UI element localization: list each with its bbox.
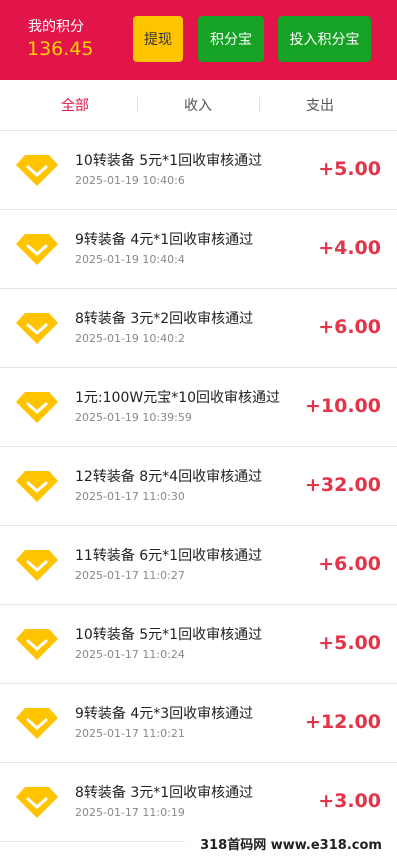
diamond-icon bbox=[16, 471, 58, 502]
record-title: 12转装备 8元*4回收审核通过 bbox=[75, 469, 263, 485]
record-title: 10转装备 5元*1回收审核通过 bbox=[75, 153, 263, 169]
record-title: 8转装备 3元*1回收审核通过 bbox=[75, 785, 254, 801]
list-item[interactable]: 9转装备 4元*1回收审核通过 2025-01-19 10:40:4 +4.00 bbox=[0, 210, 397, 289]
tab-all[interactable]: 全部 bbox=[15, 80, 135, 130]
diamond-icon bbox=[16, 313, 58, 344]
list-item[interactable]: 10转装备 5元*1回收审核通过 2025-01-19 10:40:6 +5.00 bbox=[0, 131, 397, 210]
record-timestamp: 2025-01-17 11:0:27 bbox=[75, 569, 185, 582]
record-title: 9转装备 4元*1回收审核通过 bbox=[75, 232, 254, 248]
list-item[interactable]: 1元:100W元宝*10回收审核通过 2025-01-19 10:39:59 +10… bbox=[0, 368, 397, 447]
record-timestamp: 2025-01-19 10:40:4 bbox=[75, 253, 185, 266]
record-timestamp: 2025-01-17 11:0:21 bbox=[75, 727, 185, 740]
list-item[interactable]: 11转装备 6元*1回收审核通过 2025-01-17 11:0:27 +6.00 bbox=[0, 526, 397, 605]
list-item[interactable]: 9转装备 4元*3回收审核通过 2025-01-17 11:0:21 +12.00 bbox=[0, 684, 397, 763]
invest-points-bank-button[interactable]: 投入积分宝 bbox=[278, 16, 371, 62]
diamond-icon bbox=[16, 787, 58, 818]
tab-expense[interactable]: 支出 bbox=[260, 80, 380, 130]
list-item[interactable]: 12转装备 8元*4回收审核通过 2025-01-17 11:0:30 +32.00 bbox=[0, 447, 397, 526]
site-watermark: 318首码网 www.e318.com bbox=[185, 826, 397, 860]
record-amount: +12.00 bbox=[304, 711, 381, 733]
record-title: 1元:100W元宝*10回收审核通过 bbox=[75, 390, 281, 406]
record-amount: +4.00 bbox=[318, 237, 381, 259]
tab-income[interactable]: 收入 bbox=[138, 80, 258, 130]
record-title: 10转装备 5元*1回收审核通过 bbox=[75, 627, 263, 643]
record-amount: +10.00 bbox=[304, 395, 381, 417]
diamond-icon bbox=[16, 708, 58, 739]
record-amount: +5.00 bbox=[318, 632, 381, 654]
diamond-icon bbox=[16, 629, 58, 660]
points-record-list: 10转装备 5元*1回收审核通过 2025-01-19 10:40:6 +5.00 9… bbox=[0, 131, 397, 842]
diamond-icon bbox=[16, 392, 58, 423]
points-label: 我的积分 bbox=[28, 19, 84, 35]
list-item[interactable]: 8转装备 3元*2回收审核通过 2025-01-19 10:40:2 +6.00 bbox=[0, 289, 397, 368]
diamond-icon bbox=[16, 550, 58, 581]
header-bar: 我的积分 136.45 提现 积分宝 投入积分宝 bbox=[0, 0, 397, 80]
points-bank-button[interactable]: 积分宝 bbox=[198, 16, 264, 62]
record-timestamp: 2025-01-17 11:0:30 bbox=[75, 490, 185, 503]
diamond-icon bbox=[16, 234, 58, 265]
record-timestamp: 2025-01-19 10:40:2 bbox=[75, 332, 185, 345]
record-timestamp: 2025-01-17 11:0:19 bbox=[75, 806, 185, 819]
record-amount: +5.00 bbox=[318, 158, 381, 180]
record-amount: +6.00 bbox=[318, 553, 381, 575]
record-amount: +32.00 bbox=[304, 474, 381, 496]
record-timestamp: 2025-01-19 10:40:6 bbox=[75, 174, 185, 187]
record-title: 11转装备 6元*1回收审核通过 bbox=[75, 548, 263, 564]
record-timestamp: 2025-01-19 10:39:59 bbox=[75, 411, 192, 424]
diamond-icon bbox=[16, 155, 58, 186]
record-timestamp: 2025-01-17 11:0:24 bbox=[75, 648, 185, 661]
points-balance: 136.45 bbox=[27, 38, 94, 60]
filter-tabs: 全部 收入 支出 bbox=[0, 80, 397, 131]
record-title: 8转装备 3元*2回收审核通过 bbox=[75, 311, 254, 327]
list-item[interactable]: 10转装备 5元*1回收审核通过 2025-01-17 11:0:24 +5.00 bbox=[0, 605, 397, 684]
record-amount: +6.00 bbox=[318, 316, 381, 338]
record-amount: +3.00 bbox=[318, 790, 381, 812]
withdraw-button[interactable]: 提现 bbox=[133, 16, 183, 62]
record-title: 9转装备 4元*3回收审核通过 bbox=[75, 706, 254, 722]
